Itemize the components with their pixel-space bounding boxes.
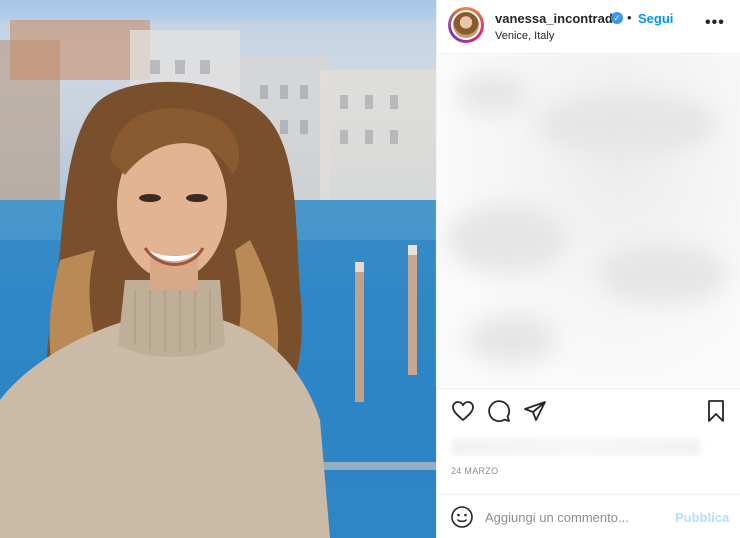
- venice-portrait-image: [0, 20, 436, 538]
- post-header: vanessa_incontrada ✓ • Segui Venice, Ita…: [437, 0, 740, 54]
- publish-button[interactable]: Pubblica: [675, 510, 729, 525]
- avatar-image: [453, 12, 479, 38]
- bookmark-icon[interactable]: [704, 399, 728, 423]
- separator-dot: •: [627, 10, 632, 25]
- heart-icon[interactable]: [451, 399, 475, 423]
- paper-plane-icon[interactable]: [523, 399, 547, 423]
- emoji-smile-icon[interactable]: [450, 505, 474, 529]
- action-bar: [437, 388, 740, 432]
- post-photo[interactable]: [0, 0, 436, 538]
- comment-input[interactable]: [485, 508, 665, 526]
- comment-bubble-icon[interactable]: [487, 399, 511, 423]
- comments-area-blurred: [437, 54, 740, 388]
- location-link[interactable]: Venice, Italy: [495, 30, 554, 42]
- post-side-panel: vanessa_incontrada ✓ • Segui Venice, Ita…: [436, 0, 740, 538]
- follow-button[interactable]: Segui: [638, 11, 673, 26]
- comment-bar: Pubblica: [437, 494, 740, 538]
- avatar[interactable]: [448, 7, 484, 43]
- likes-count-blurred: [451, 438, 701, 456]
- username-link[interactable]: vanessa_incontrada: [495, 11, 620, 26]
- more-options-icon[interactable]: •••: [705, 14, 725, 32]
- verified-badge-icon: ✓: [611, 12, 623, 24]
- post-date[interactable]: 24 MARZO: [451, 466, 498, 476]
